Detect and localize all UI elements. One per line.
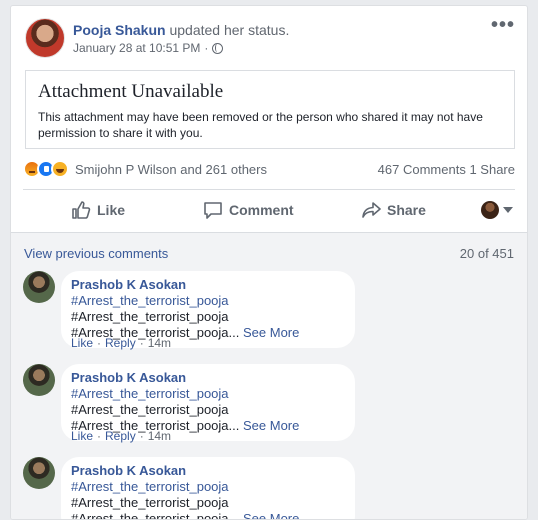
user-avatar <box>481 201 499 219</box>
meta-separator: · <box>139 336 144 350</box>
divider <box>23 189 515 190</box>
comment-count[interactable]: 467 Comments <box>378 162 466 177</box>
comments-section: View previous comments 20 of 451 Prashob… <box>11 232 527 519</box>
reaction-names[interactable]: Smijohn P Wilson and 261 others <box>75 162 267 177</box>
post-headline: Pooja Shakun updated her status. <box>73 21 289 39</box>
comment-icon <box>204 202 222 219</box>
attachment-body: This attachment may have been removed or… <box>38 110 483 140</box>
meta-separator: · <box>97 429 102 443</box>
share-button[interactable]: Share <box>361 200 426 220</box>
comment-label: Comment <box>229 202 294 218</box>
commenter-name[interactable]: Prashob K Asokan <box>71 370 186 385</box>
see-more-link[interactable]: See More <box>243 325 299 340</box>
comment-like-link[interactable]: Like <box>71 336 93 350</box>
reaction-icons[interactable] <box>23 160 69 178</box>
meta-separator: · <box>139 429 144 443</box>
reaction-identity-selector[interactable] <box>481 201 513 219</box>
post-meta: January 28 at 10:51 PM · <box>73 41 224 55</box>
caret-down-icon <box>503 207 513 213</box>
action-bar: Like Comment Share <box>23 192 515 228</box>
see-more-link[interactable]: See More <box>243 418 299 433</box>
post-card: Pooja Shakun updated her status. January… <box>10 5 528 520</box>
share-label: Share <box>387 202 426 218</box>
share-count[interactable]: 1 Share <box>469 162 515 177</box>
post-action: updated her status. <box>169 22 290 38</box>
globe-icon[interactable] <box>212 42 224 54</box>
meta-separator: · <box>97 336 102 350</box>
post-header: Pooja Shakun updated her status. January… <box>25 15 515 62</box>
reactions-summary: Smijohn P Wilson and 261 others 467 Comm… <box>23 159 515 179</box>
meta-separator: · <box>204 41 209 55</box>
engagement-counts: 467 Comments 1 Share <box>378 162 515 177</box>
comment-text: #Arrest_the_terrorist_pooja <box>71 495 229 510</box>
share-icon <box>362 202 381 218</box>
comment-text: #Arrest_the_terrorist_pooja <box>71 402 229 417</box>
view-previous-comments-link[interactable]: View previous comments <box>24 246 168 261</box>
more-options-icon[interactable]: ••• <box>491 15 515 35</box>
comment-meta: Like · Reply · 14m <box>71 336 171 350</box>
commenter-name[interactable]: Prashob K Asokan <box>71 463 186 478</box>
thumbs-up-icon <box>72 201 91 219</box>
hashtag-link[interactable]: #Arrest_the_terrorist_pooja <box>71 293 229 308</box>
commenter-avatar[interactable] <box>23 271 55 303</box>
comment-button[interactable]: Comment <box>203 200 294 220</box>
comment-time[interactable]: 14m <box>148 336 171 350</box>
commenter-name[interactable]: Prashob K Asokan <box>71 277 186 292</box>
comment-bubble: Prashob K Asokan #Arrest_the_terrorist_p… <box>61 457 355 520</box>
attachment-title: Attachment Unavailable <box>38 81 224 102</box>
comment-like-link[interactable]: Like <box>71 429 93 443</box>
post-timestamp[interactable]: January 28 at 10:51 PM <box>73 41 200 55</box>
comment-text: #Arrest_the_terrorist_pooja... <box>71 511 240 520</box>
comment-reply-link[interactable]: Reply <box>105 429 136 443</box>
comments-count: 20 of 451 <box>459 246 514 261</box>
author-avatar[interactable] <box>25 18 65 58</box>
see-more-link[interactable]: See More <box>243 511 299 519</box>
haha-icon <box>51 160 69 178</box>
comment-text: #Arrest_the_terrorist_pooja <box>71 309 229 324</box>
comment-reply-link[interactable]: Reply <box>105 336 136 350</box>
commenter-avatar[interactable] <box>23 457 55 489</box>
attachment-box: Attachment Unavailable This attachment m… <box>25 70 515 149</box>
comment-meta: Like · Reply · 14m <box>71 429 171 443</box>
like-button[interactable]: Like <box>71 200 125 220</box>
hashtag-link[interactable]: #Arrest_the_terrorist_pooja <box>71 386 229 401</box>
comment-time[interactable]: 14m <box>148 429 171 443</box>
like-label: Like <box>97 202 126 218</box>
author-name[interactable]: Pooja Shakun <box>73 22 166 38</box>
commenter-avatar[interactable] <box>23 364 55 396</box>
hashtag-link[interactable]: #Arrest_the_terrorist_pooja <box>71 479 229 494</box>
